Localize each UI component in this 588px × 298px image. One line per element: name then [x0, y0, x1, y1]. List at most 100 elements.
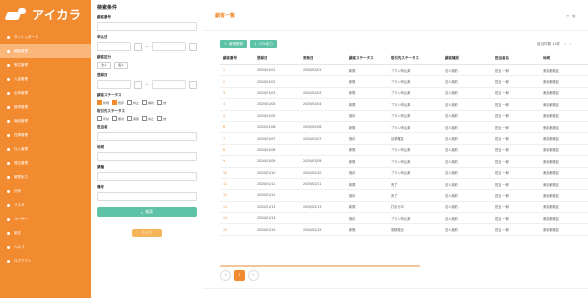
filter-input[interactable] — [97, 152, 197, 161]
clear-button[interactable]: クリア — [132, 229, 162, 237]
search-button[interactable]: ⌕ 検索 — [97, 207, 197, 217]
menu-icon[interactable]: ≡ — [566, 13, 569, 18]
column-header[interactable]: 地域 — [540, 52, 588, 65]
filter-checkbox[interactable]: 他 — [157, 100, 166, 105]
table-row[interactable]: 15 2020/01/15 2020/02/15 新規 見積提出 法人契約 担当 一郎 東京都… — [220, 223, 588, 236]
nav-bullet-icon — [7, 119, 10, 123]
sidebar-item[interactable]: ユーザー — [0, 212, 91, 226]
calendar-icon[interactable] — [134, 80, 142, 89]
table-row[interactable]: 4 2020/01/04 2020/02/04 新規 プラン申込済 法人契約 担当 一郎 東京… — [220, 98, 588, 111]
pagination-prev[interactable]: < — [220, 270, 231, 281]
column-header[interactable]: 取引先ステータス — [388, 52, 442, 65]
table-cell: 新規 — [346, 121, 388, 134]
horizontal-scrollbar[interactable] — [220, 265, 420, 267]
sidebar-item[interactable]: 出荷管理 — [0, 86, 91, 100]
column-header[interactable]: 顧客ステータス — [346, 52, 388, 65]
date-to-input[interactable] — [152, 80, 186, 89]
filter-checkbox[interactable]: 他 — [157, 116, 166, 121]
table-row[interactable]: 9 2020/01/09 2020/02/09 新規 プラン申込済 法人契約 担当 一郎 東京… — [220, 155, 588, 168]
table-cell[interactable]: 13 — [220, 201, 254, 214]
table-row[interactable]: 5 2020/01/05 既存 プラン申込済 法人契約 担当 一郎 東京都港区 — [220, 110, 588, 122]
sidebar-item[interactable]: 帳票出力 — [0, 170, 91, 184]
sidebar-item[interactable]: 受注管理 — [0, 58, 91, 72]
table-cell[interactable]: 10 — [220, 167, 254, 179]
brand[interactable]: アイカラ — [0, 0, 91, 28]
filter-checkbox[interactable]: 既存 — [112, 100, 124, 105]
table-cell[interactable]: 2 — [220, 75, 254, 88]
date-from-input[interactable] — [97, 80, 131, 89]
sidebar-item[interactable]: 請求管理 — [0, 100, 91, 114]
calendar-icon[interactable] — [189, 42, 197, 51]
filter-checkbox[interactable]: 休止 — [127, 100, 139, 105]
filter-chip[interactable]: 個人 — [114, 62, 129, 69]
table-row[interactable]: 11 2020/01/11 2020/02/11 新規 完了 法人契約 担当 一郎 東京都港区 — [220, 178, 588, 191]
filter-input[interactable] — [97, 22, 197, 31]
pagination-current[interactable]: 1 — [234, 270, 245, 281]
calendar-icon[interactable] — [134, 42, 142, 51]
csv-export-button[interactable]: ⇩ CSV出力 — [249, 40, 277, 48]
table-cell[interactable]: 7 — [220, 132, 254, 145]
column-header[interactable]: 更新日 — [300, 52, 346, 65]
date-to-input[interactable] — [152, 42, 186, 51]
table-cell[interactable]: 12 — [220, 189, 254, 202]
sidebar-item[interactable]: 商品管理 — [0, 114, 91, 128]
table-row[interactable]: 12 2020/01/12 既存 完了 法人契約 担当 一郎 東京都港区 — [220, 189, 588, 202]
filter-checkbox[interactable]: 新規 — [97, 100, 109, 105]
column-header[interactable]: 顧客番号 — [220, 52, 254, 65]
table-cell: 2020/01/11 — [254, 178, 300, 191]
filter-chip[interactable]: 法人 — [97, 62, 112, 69]
table-row[interactable]: 8 2020/01/08 新規 プラン申込済 法人契約 担当 一郎 東京都港区 — [220, 144, 588, 157]
column-header[interactable]: 登録日 — [254, 52, 300, 65]
table-cell[interactable]: 9 — [220, 155, 254, 168]
table-row[interactable]: 2 2020/01/02 新規 プラン申込済 法人契約 担当 一郎 東京都港区 — [220, 75, 588, 88]
sidebar-item[interactable]: 設定 — [0, 226, 91, 240]
user-icon[interactable]: ◐ — [573, 13, 577, 18]
table-cell[interactable]: 8 — [220, 144, 254, 157]
table-cell[interactable]: 4 — [220, 98, 254, 111]
table-cell[interactable]: 11 — [220, 178, 254, 191]
filter-checkbox[interactable]: 保留 — [127, 116, 139, 121]
table-row[interactable]: 14 2020/01/14 既存 プラン申込済 法人契約 担当 一郎 東京都港区 — [220, 212, 588, 225]
sidebar-item-label: 分析 — [14, 189, 21, 193]
pagination-next[interactable]: > — [248, 270, 259, 281]
table-row[interactable]: 6 2020/01/06 2020/02/06 新規 プラン申込済 法人契約 担当 一郎 東京… — [220, 121, 588, 134]
sidebar-item[interactable]: 発注管理 — [0, 156, 91, 170]
date-from-input[interactable] — [97, 42, 131, 51]
sidebar-item[interactable]: ダッシュボード — [0, 30, 91, 44]
table-row[interactable]: 10 2020/01/10 2020/02/10 既存 プラン申込済 法人契約 担当 一郎東… — [220, 167, 588, 179]
column-header[interactable]: 顧客種別 — [442, 52, 492, 65]
filter-checkbox[interactable]: 停止 — [142, 116, 154, 121]
table-cell: 担当 一郎 — [492, 212, 540, 225]
sidebar-item[interactable]: 入金管理 — [0, 72, 91, 86]
table-cell: 2020/02/11 — [300, 178, 346, 191]
sidebar-item[interactable]: 顧客管理 — [0, 44, 91, 58]
table-cell: 担当 一郎 — [492, 223, 540, 236]
register-button[interactable]: + 新規登録 — [220, 40, 247, 48]
calendar-icon[interactable] — [189, 80, 197, 89]
sidebar-item[interactable]: 仕入管理 — [0, 142, 91, 156]
table-cell[interactable]: 15 — [220, 223, 254, 236]
table-row[interactable]: 3 2020/01/03 2020/02/03 新規 プラン申込済 法人契約 担当 一郎 東京… — [220, 87, 588, 100]
filter-checkbox[interactable]: 有効 — [97, 116, 109, 121]
sidebar-item[interactable]: マスタ — [0, 198, 91, 212]
sidebar-item[interactable]: ログアウト — [0, 254, 91, 268]
filter-input[interactable] — [97, 172, 197, 181]
filter-input[interactable] — [97, 192, 197, 201]
table-row[interactable]: 1 2020/01/01 2020/02/01 新規 プラン申込済 法人契約 担当 一郎 東京… — [220, 64, 588, 77]
filter-checkbox[interactable]: 解約 — [142, 100, 154, 105]
column-header[interactable]: 担当者名 — [492, 52, 540, 65]
sidebar-item[interactable]: 在庫管理 — [0, 128, 91, 142]
table-cell[interactable]: 14 — [220, 212, 254, 225]
table-cell[interactable]: 6 — [220, 121, 254, 134]
table-cell[interactable]: 1 — [220, 64, 254, 77]
prev-page-icon[interactable]: ‹ — [564, 42, 565, 46]
filter-checkbox[interactable]: 無効 — [112, 116, 124, 121]
table-cell[interactable]: 3 — [220, 87, 254, 100]
table-row[interactable]: 13 2020/01/13 2020/02/13 新規 打合せ中 法人契約 担当 一郎 東京都… — [220, 201, 588, 214]
table-row[interactable]: 7 2020/01/07 2020/02/07 既存 請求確定 法人契約 担当 一郎 東京都港… — [220, 132, 588, 145]
sidebar-item[interactable]: ヘルプ — [0, 240, 91, 254]
next-page-icon[interactable]: › — [570, 42, 571, 46]
sidebar-item[interactable]: 分析 — [0, 184, 91, 198]
table-cell[interactable]: 5 — [220, 110, 254, 122]
filter-input[interactable] — [97, 132, 197, 141]
